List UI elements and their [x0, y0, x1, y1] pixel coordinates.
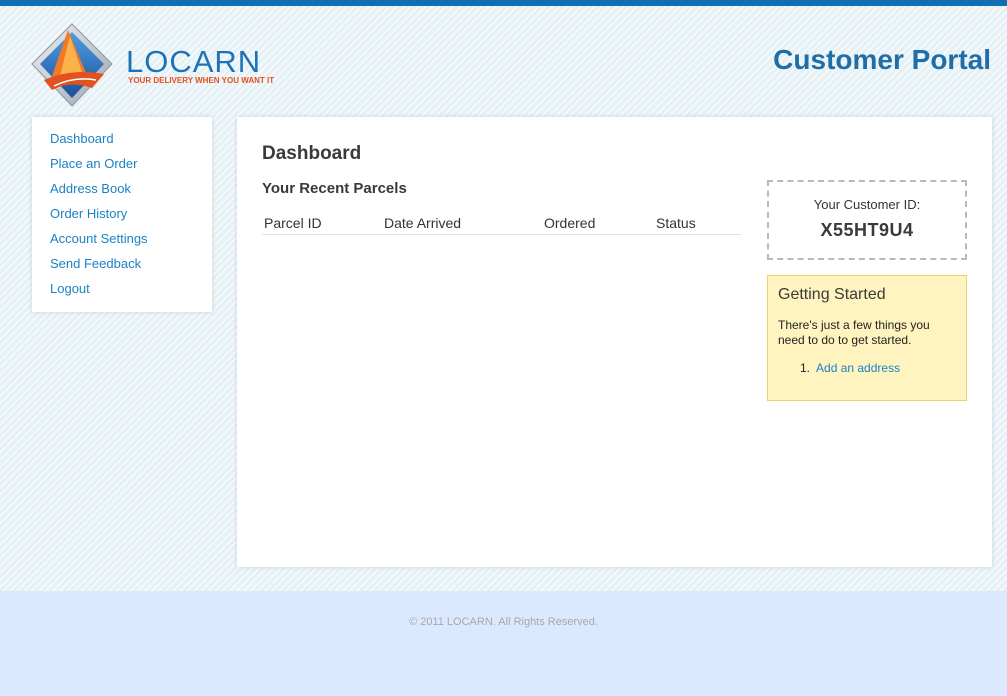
locarn-logo[interactable]: LOCARN YOUR DELIVERY WHEN YOU WANT IT	[30, 22, 290, 110]
recent-parcels-title: Your Recent Parcels	[262, 180, 407, 197]
getting-started-step: 1. Add an address	[800, 361, 956, 375]
column-parcel-id: Parcel ID	[262, 213, 382, 235]
portal-title: Customer Portal	[773, 44, 991, 75]
column-status: Status	[654, 213, 741, 235]
sidebar-item-address-book[interactable]: Address Book	[50, 181, 212, 206]
getting-started-text: There's just a few things you need to do…	[778, 318, 930, 347]
getting-started-panel: Getting Started There's just a few thing…	[767, 275, 967, 401]
getting-started-title: Getting Started	[778, 286, 886, 303]
page-title: Dashboard	[262, 143, 362, 164]
table-header-row: Parcel ID Date Arrived Ordered Status	[262, 213, 741, 235]
step-number: 1.	[800, 361, 811, 375]
sidebar-item-order-history[interactable]: Order History	[50, 206, 212, 231]
sidebar-item-dashboard[interactable]: Dashboard	[50, 131, 212, 156]
customer-id-box: Your Customer ID: X55HT9U4	[767, 180, 967, 260]
sidebar-item-place-order[interactable]: Place an Order	[50, 156, 212, 181]
logo-tagline: YOUR DELIVERY WHEN YOU WANT IT	[128, 76, 275, 85]
sidebar-item-send-feedback[interactable]: Send Feedback	[50, 256, 212, 281]
logo-mark-icon	[31, 23, 113, 107]
sidebar-item-account-settings[interactable]: Account Settings	[50, 231, 212, 256]
column-date-arrived: Date Arrived	[382, 213, 542, 235]
sidebar-nav: Dashboard Place an Order Address Book Or…	[32, 117, 212, 312]
customer-id-value: X55HT9U4	[820, 220, 914, 240]
main-panel: Dashboard Your Recent Parcels Parcel ID …	[237, 117, 992, 567]
footer-copyright: © 2011 LOCARN. All Rights Reserved.	[409, 616, 598, 628]
column-ordered: Ordered	[542, 213, 654, 235]
add-address-link[interactable]: Add an address	[816, 361, 900, 375]
customer-id-label: Your Customer ID:	[813, 197, 921, 212]
logo-text: LOCARN	[126, 44, 262, 79]
recent-parcels-table: Parcel ID Date Arrived Ordered Status	[262, 213, 741, 235]
sidebar-item-logout[interactable]: Logout	[50, 281, 212, 306]
